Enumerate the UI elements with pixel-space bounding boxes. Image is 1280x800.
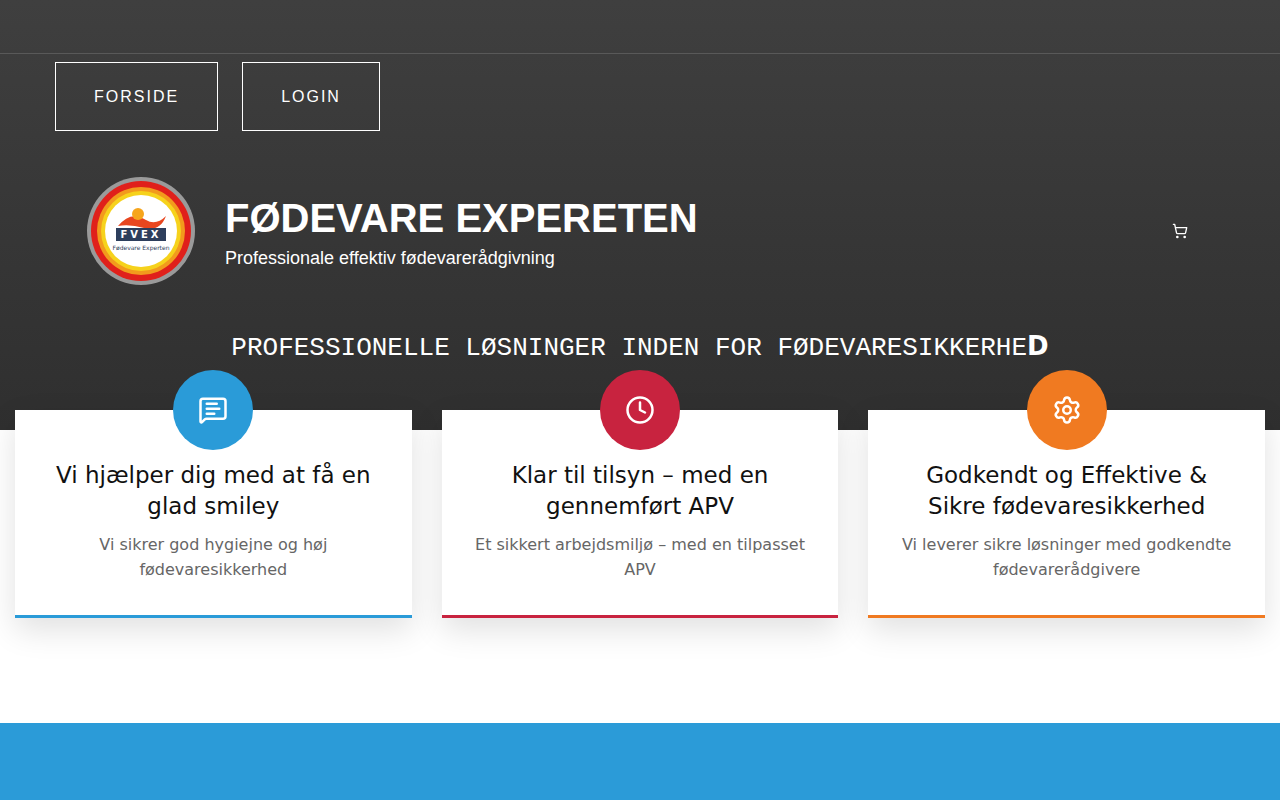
card-icon-circle (600, 370, 680, 450)
nav-button[interactable]: LOGIN (242, 62, 380, 131)
headline-cursor: D (1027, 331, 1049, 361)
nav: FORSIDE LOGIN (0, 54, 1280, 131)
card-text: Et sikkert arbejdsmiljø – med en tilpass… (470, 532, 811, 582)
card-text: Vi leverer sikre løsninger med godkendte… (896, 532, 1237, 582)
message-icon (198, 395, 228, 425)
brand: FVEX Fødevare Experten FØDEVARE EXPERETEN P… (0, 176, 1280, 286)
brand-text: FØDEVARE EXPERETEN Professionale effektiv… (225, 194, 1143, 269)
card-title: Godkendt og Effektive & Sikre fødevaresi… (896, 460, 1237, 522)
cart-button[interactable] (1172, 223, 1188, 239)
svg-text:Fødevare Experten: Fødevare Experten (113, 244, 170, 252)
feature-card: Klar til tilsyn – med en gennemført APV E… (442, 410, 839, 618)
headline: PROFESSIONELLE LØSNINGER INDEN FOR FØDEV… (0, 331, 1280, 363)
feature-cards: Vi hjælper dig med at få en glad smiley V… (0, 410, 1280, 618)
nav-button[interactable]: FORSIDE (55, 62, 218, 131)
card-title: Vi hjælper dig med at få en glad smiley (43, 460, 384, 522)
svg-text:FVEX: FVEX (120, 229, 161, 240)
cart-icon (1172, 223, 1188, 239)
feature-card: Godkendt og Effektive & Sikre fødevaresi… (868, 410, 1265, 618)
clock-icon (625, 395, 655, 425)
gear-icon (1052, 395, 1082, 425)
hero: FORSIDE LOGIN FVEX Fødevare Experten FØDEVAR… (0, 0, 1280, 723)
card-icon-circle (173, 370, 253, 450)
site-title: FØDEVARE EXPERETEN (225, 194, 1143, 242)
top-strip (0, 0, 1280, 54)
card-text: Vi sikrer god hygiejne og høj fødevaresi… (43, 532, 384, 582)
feature-card: Vi hjælper dig med at få en glad smiley V… (15, 410, 412, 618)
page: FORSIDE LOGIN FVEX Fødevare Experten FØDEVAR… (0, 0, 1280, 800)
card-title: Klar til tilsyn – med en gennemført APV (470, 460, 811, 522)
blue-band (0, 723, 1280, 800)
site-subtitle: Professionale effektiv fødevarerådgivnin… (225, 248, 1143, 269)
card-icon-circle (1027, 370, 1107, 450)
logo-icon: FVEX Fødevare Experten (86, 176, 196, 286)
